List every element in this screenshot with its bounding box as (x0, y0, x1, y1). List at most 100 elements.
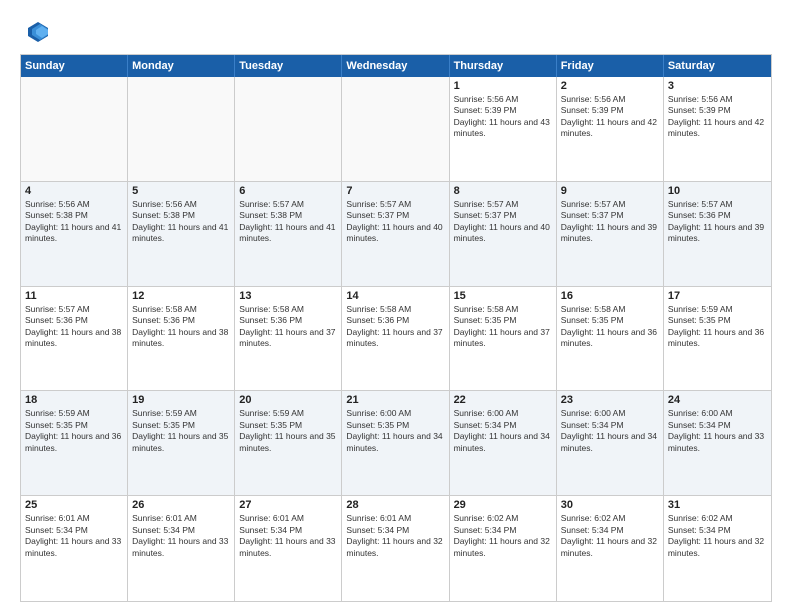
day-number: 28 (346, 499, 444, 511)
day-cell-19: 19 Sunrise: 5:59 AM Sunset: 5:35 PM Dayli… (128, 391, 235, 495)
day-number: 24 (668, 394, 767, 406)
day-info: Sunrise: 5:57 AM Sunset: 5:36 PM Dayligh… (668, 199, 767, 245)
calendar-row-1: 1 Sunrise: 5:56 AM Sunset: 5:39 PM Daylig… (21, 77, 771, 182)
day-number: 6 (239, 185, 337, 197)
day-cell-4: 4 Sunrise: 5:56 AM Sunset: 5:38 PM Daylig… (21, 182, 128, 286)
day-info: Sunrise: 5:58 AM Sunset: 5:36 PM Dayligh… (346, 304, 444, 350)
calendar: SundayMondayTuesdayWednesdayThursdayFrid… (20, 54, 772, 602)
day-number: 19 (132, 394, 230, 406)
day-number: 3 (668, 80, 767, 92)
day-info: Sunrise: 5:58 AM Sunset: 5:35 PM Dayligh… (561, 304, 659, 350)
day-number: 23 (561, 394, 659, 406)
calendar-row-5: 25 Sunrise: 6:01 AM Sunset: 5:34 PM Dayli… (21, 496, 771, 601)
day-number: 26 (132, 499, 230, 511)
header-day-friday: Friday (557, 55, 664, 77)
header-day-sunday: Sunday (21, 55, 128, 77)
day-number: 15 (454, 290, 552, 302)
day-cell-23: 23 Sunrise: 6:00 AM Sunset: 5:34 PM Dayli… (557, 391, 664, 495)
logo (20, 18, 52, 46)
day-info: Sunrise: 5:59 AM Sunset: 5:35 PM Dayligh… (25, 408, 123, 454)
day-cell-25: 25Sunrise: 6:01 AM Sunset: 5:34 PM Dayli… (21, 496, 128, 601)
header-day-thursday: Thursday (450, 55, 557, 77)
day-number: 4 (25, 185, 123, 197)
day-number: 5 (132, 185, 230, 197)
day-number: 25 (25, 499, 123, 511)
day-cell-31: 31 Sunrise: 6:02 AM Sunset: 5:34 PM Dayli… (664, 496, 771, 601)
calendar-row-2: 4 Sunrise: 5:56 AM Sunset: 5:38 PM Daylig… (21, 182, 771, 287)
day-number: 7 (346, 185, 444, 197)
header-day-wednesday: Wednesday (342, 55, 449, 77)
day-cell-20: 20Sunrise: 5:59 AM Sunset: 5:35 PM Dayli… (235, 391, 342, 495)
empty-cell (21, 77, 128, 181)
day-info: Sunrise: 5:59 AM Sunset: 5:35 PM Dayligh… (239, 408, 337, 454)
day-info: Sunrise: 5:56 AM Sunset: 5:39 PM Dayligh… (561, 94, 659, 140)
day-info: Sunrise: 5:56 AM Sunset: 5:38 PM Dayligh… (25, 199, 123, 245)
day-cell-12: 12Sunrise: 5:58 AM Sunset: 5:36 PM Dayli… (128, 287, 235, 391)
day-info: Sunrise: 5:57 AM Sunset: 5:37 PM Dayligh… (561, 199, 659, 245)
day-cell-29: 29 Sunrise: 6:02 AM Sunset: 5:34 PM Dayli… (450, 496, 557, 601)
day-info: Sunrise: 5:58 AM Sunset: 5:35 PM Dayligh… (454, 304, 552, 350)
day-cell-1: 1 Sunrise: 5:56 AM Sunset: 5:39 PM Daylig… (450, 77, 557, 181)
day-cell-28: 28 Sunrise: 6:01 AM Sunset: 5:34 PM Dayli… (342, 496, 449, 601)
day-info: Sunrise: 5:56 AM Sunset: 5:39 PM Dayligh… (668, 94, 767, 140)
day-info: Sunrise: 5:57 AM Sunset: 5:36 PM Dayligh… (25, 304, 123, 350)
day-cell-22: 22 Sunrise: 6:00 AM Sunset: 5:34 PM Dayli… (450, 391, 557, 495)
day-cell-27: 27 Sunrise: 6:01 AM Sunset: 5:34 PM Dayli… (235, 496, 342, 601)
day-number: 17 (668, 290, 767, 302)
day-number: 9 (561, 185, 659, 197)
page: SundayMondayTuesdayWednesdayThursdayFrid… (0, 0, 792, 612)
day-number: 1 (454, 80, 552, 92)
day-number: 21 (346, 394, 444, 406)
day-cell-26: 26 Sunrise: 6:01 AM Sunset: 5:34 PM Dayli… (128, 496, 235, 601)
day-info: Sunrise: 5:56 AM Sunset: 5:38 PM Dayligh… (132, 199, 230, 245)
day-cell-18: 18 Sunrise: 5:59 AM Sunset: 5:35 PM Dayli… (21, 391, 128, 495)
day-info: Sunrise: 6:00 AM Sunset: 5:34 PM Dayligh… (454, 408, 552, 454)
day-cell-16: 16 Sunrise: 5:58 AM Sunset: 5:35 PM Dayli… (557, 287, 664, 391)
day-number: 10 (668, 185, 767, 197)
day-info: Sunrise: 5:59 AM Sunset: 5:35 PM Dayligh… (132, 408, 230, 454)
day-number: 13 (239, 290, 337, 302)
day-number: 12 (132, 290, 230, 302)
day-number: 22 (454, 394, 552, 406)
day-info: Sunrise: 6:02 AM Sunset: 5:34 PM Dayligh… (454, 513, 552, 559)
day-info: Sunrise: 6:01 AM Sunset: 5:34 PM Dayligh… (132, 513, 230, 559)
day-info: Sunrise: 6:00 AM Sunset: 5:34 PM Dayligh… (668, 408, 767, 454)
day-info: Sunrise: 6:02 AM Sunset: 5:34 PM Dayligh… (561, 513, 659, 559)
header-day-saturday: Saturday (664, 55, 771, 77)
day-cell-14: 14 Sunrise: 5:58 AM Sunset: 5:36 PM Dayli… (342, 287, 449, 391)
day-info: Sunrise: 6:00 AM Sunset: 5:34 PM Dayligh… (561, 408, 659, 454)
day-cell-13: 13Sunrise: 5:58 AM Sunset: 5:36 PM Dayli… (235, 287, 342, 391)
day-number: 30 (561, 499, 659, 511)
day-info: Sunrise: 5:59 AM Sunset: 5:35 PM Dayligh… (668, 304, 767, 350)
day-cell-11: 11 Sunrise: 5:57 AM Sunset: 5:36 PM Dayli… (21, 287, 128, 391)
day-cell-15: 15 Sunrise: 5:58 AM Sunset: 5:35 PM Dayli… (450, 287, 557, 391)
day-cell-8: 8 Sunrise: 5:57 AM Sunset: 5:37 PM Daylig… (450, 182, 557, 286)
day-info: Sunrise: 5:56 AM Sunset: 5:39 PM Dayligh… (454, 94, 552, 140)
empty-cell (342, 77, 449, 181)
empty-cell (235, 77, 342, 181)
day-cell-7: 7 Sunrise: 5:57 AM Sunset: 5:37 PM Daylig… (342, 182, 449, 286)
day-cell-3: 3 Sunrise: 5:56 AM Sunset: 5:39 PM Daylig… (664, 77, 771, 181)
calendar-row-3: 11 Sunrise: 5:57 AM Sunset: 5:36 PM Dayli… (21, 287, 771, 392)
day-number: 2 (561, 80, 659, 92)
day-info: Sunrise: 6:01 AM Sunset: 5:34 PM Dayligh… (346, 513, 444, 559)
header (20, 18, 772, 46)
day-info: Sunrise: 5:57 AM Sunset: 5:37 PM Dayligh… (346, 199, 444, 245)
day-number: 14 (346, 290, 444, 302)
day-info: Sunrise: 6:02 AM Sunset: 5:34 PM Dayligh… (668, 513, 767, 559)
day-number: 27 (239, 499, 337, 511)
day-info: Sunrise: 5:57 AM Sunset: 5:38 PM Dayligh… (239, 199, 337, 245)
day-number: 16 (561, 290, 659, 302)
day-cell-24: 24 Sunrise: 6:00 AM Sunset: 5:34 PM Dayli… (664, 391, 771, 495)
day-number: 18 (25, 394, 123, 406)
day-cell-6: 6 Sunrise: 5:57 AM Sunset: 5:38 PM Daylig… (235, 182, 342, 286)
day-info: Sunrise: 6:01 AM Sunset: 5:34 PM Dayligh… (239, 513, 337, 559)
day-cell-10: 10 Sunrise: 5:57 AM Sunset: 5:36 PM Dayli… (664, 182, 771, 286)
day-number: 31 (668, 499, 767, 511)
empty-cell (128, 77, 235, 181)
day-number: 11 (25, 290, 123, 302)
day-number: 8 (454, 185, 552, 197)
day-info: Sunrise: 5:57 AM Sunset: 5:37 PM Dayligh… (454, 199, 552, 245)
header-day-tuesday: Tuesday (235, 55, 342, 77)
day-number: 29 (454, 499, 552, 511)
